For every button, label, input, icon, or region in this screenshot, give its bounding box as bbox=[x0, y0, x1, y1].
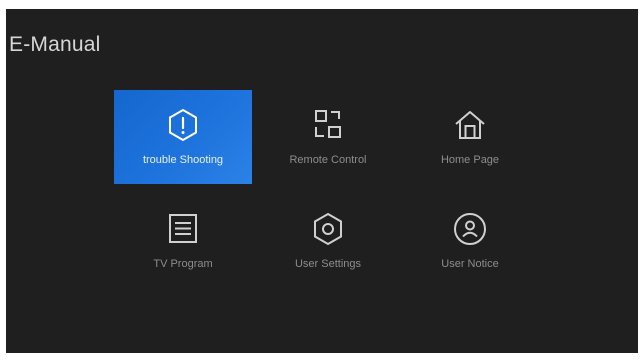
warning-hexagon-icon bbox=[114, 106, 252, 144]
menu-item-user-notice[interactable]: User Notice bbox=[401, 194, 539, 288]
e-manual-screen: E-Manual trouble Shooting Remote Control bbox=[6, 9, 638, 353]
home-icon bbox=[401, 106, 539, 144]
menu-item-home-page[interactable]: Home Page bbox=[401, 90, 539, 184]
menu-item-label: trouble Shooting bbox=[142, 154, 224, 166]
menu-item-label: User Notice bbox=[441, 258, 499, 270]
settings-hexagon-icon bbox=[259, 210, 397, 248]
page-title: E-Manual bbox=[9, 33, 101, 56]
user-notice-icon bbox=[401, 210, 539, 248]
menu-item-label: TV Program bbox=[153, 258, 213, 270]
menu-item-label: Home Page bbox=[440, 154, 500, 166]
menu-item-remote-control[interactable]: Remote Control bbox=[259, 90, 397, 184]
tv-program-icon bbox=[114, 210, 252, 248]
menu-item-user-settings[interactable]: User Settings bbox=[259, 194, 397, 288]
menu-item-label: Remote Control bbox=[289, 154, 367, 166]
menu-item-trouble-shooting[interactable]: trouble Shooting bbox=[114, 90, 252, 184]
menu-item-label: User Settings bbox=[294, 258, 362, 270]
menu-item-tv-program[interactable]: TV Program bbox=[114, 194, 252, 288]
remote-control-icon bbox=[259, 106, 397, 144]
